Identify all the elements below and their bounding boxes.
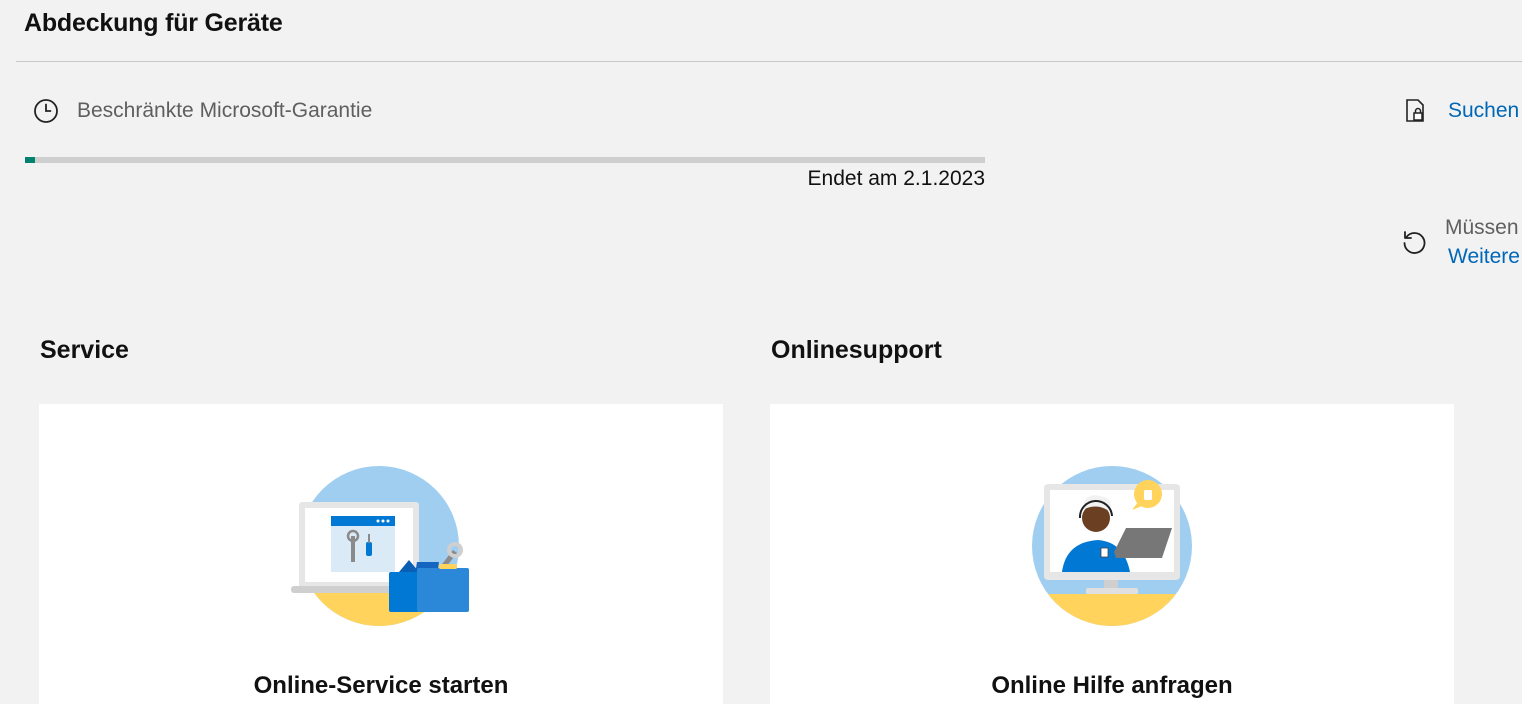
warranty-progress-fill [25, 157, 35, 163]
service-card-caption[interactable]: Online-Service starten [39, 672, 723, 700]
online-support-section-title: Onlinesupport [771, 336, 942, 364]
service-card[interactable]: Online-Service starten [39, 404, 723, 704]
clock-icon [33, 98, 59, 124]
search-link[interactable]: Suchen [1448, 99, 1519, 123]
document-lock-icon [1404, 98, 1428, 124]
laptop-toolbox-illustration [289, 462, 479, 637]
warranty-label: Beschränkte Microsoft-Garantie [77, 99, 373, 122]
renew-question: Müssen [1445, 216, 1519, 239]
warranty-end-date: Endet am 2.1.2023 [807, 167, 985, 190]
service-section-title: Service [40, 336, 129, 364]
title-divider [16, 61, 1522, 62]
warranty-progress-bar [25, 157, 985, 163]
page-title: Abdeckung für Geräte [24, 9, 283, 37]
warranty-row: Beschränkte Microsoft-Garantie [33, 96, 372, 126]
refresh-icon [1400, 228, 1428, 256]
online-support-card[interactable]: Online Hilfe anfragen [770, 404, 1454, 704]
support-agent-illustration [1020, 462, 1210, 637]
online-support-card-caption[interactable]: Online Hilfe anfragen [770, 672, 1454, 700]
renew-more-link[interactable]: Weitere [1448, 245, 1520, 269]
search-link-row[interactable]: Suchen [1404, 96, 1519, 126]
